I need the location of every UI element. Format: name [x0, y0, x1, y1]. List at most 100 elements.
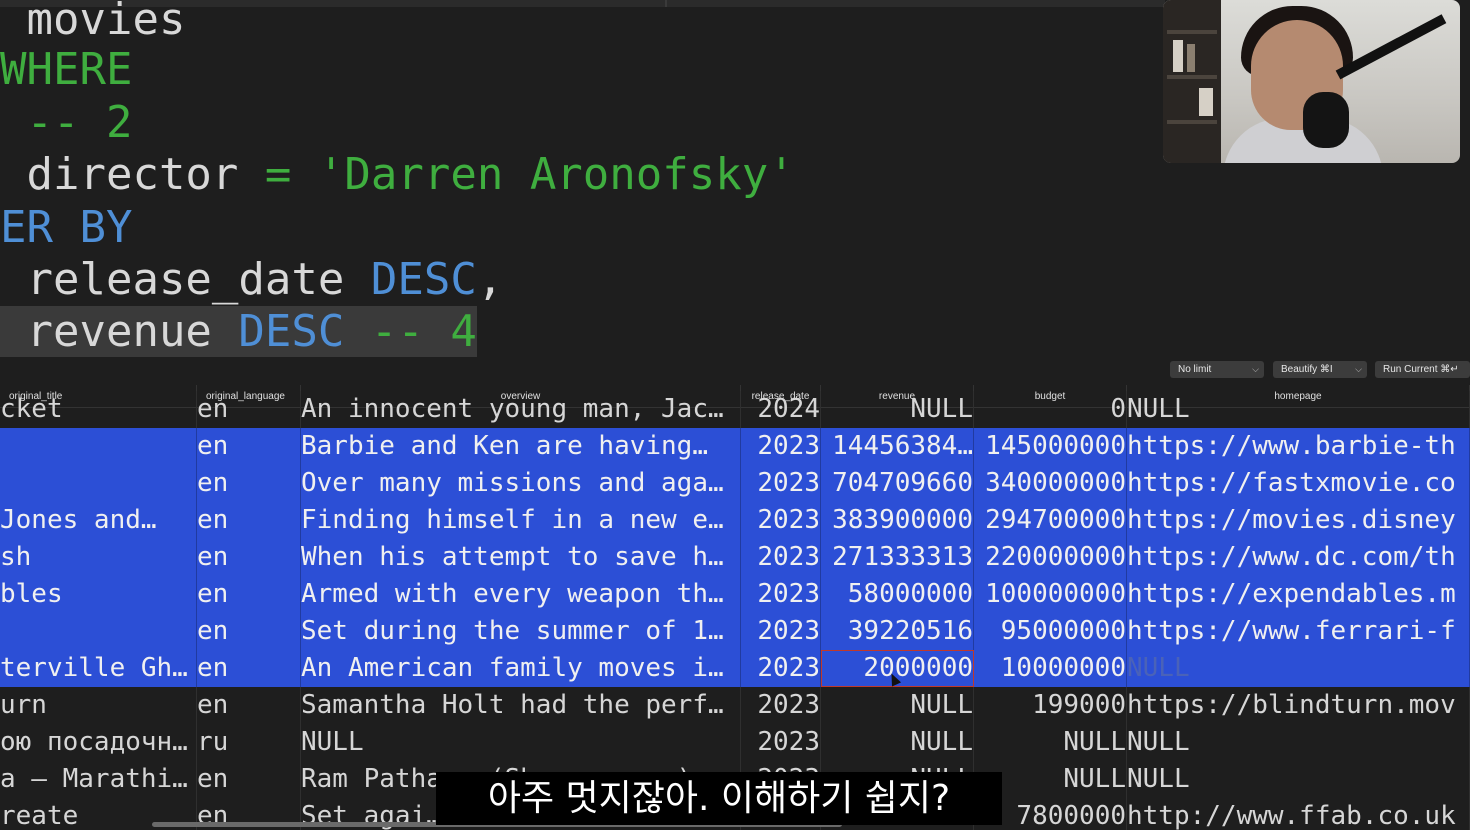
- code-token: =: [264, 149, 292, 200]
- table-row[interactable]: Jones and… en Finding himself in a new e… 2…: [0, 502, 1470, 539]
- table-cell-original-title[interactable]: Jones and…: [0, 502, 197, 539]
- limit-select-label: No limit: [1178, 364, 1212, 375]
- table-cell-release-date[interactable]: 2023: [741, 724, 821, 761]
- table-cell-release-date[interactable]: 2023: [741, 687, 821, 724]
- code-line[interactable]: director = 'Darren Aronofsky': [0, 149, 794, 201]
- table-cell-overview[interactable]: NULL: [301, 724, 741, 761]
- table-cell-budget[interactable]: 10000000: [974, 650, 1127, 687]
- table-cell-original-title[interactable]: cket: [0, 391, 197, 428]
- table-cell-original-language[interactable]: en: [197, 502, 301, 539]
- table-cell-homepage[interactable]: NULL: [1127, 761, 1470, 798]
- table-cell-original-title[interactable]: a – Marathi…: [0, 761, 197, 798]
- table-cell-homepage[interactable]: https://www.dc.com/th: [1127, 539, 1470, 576]
- code-line[interactable]: ER BY: [0, 202, 132, 254]
- table-cell-revenue[interactable]: NULL: [821, 724, 974, 761]
- table-cell-original-title[interactable]: [0, 428, 197, 465]
- table-cell-budget[interactable]: 100000000: [974, 576, 1127, 613]
- table-cell-homepage[interactable]: https://expendables.m: [1127, 576, 1470, 613]
- table-row[interactable]: cket en An innocent young man, Jac… 2024 NUL…: [0, 391, 1470, 428]
- table-row[interactable]: urn en Samantha Holt had the perf… 2023 NULL…: [0, 687, 1470, 724]
- table-cell-original-language[interactable]: en: [197, 576, 301, 613]
- code-line[interactable]: revenue DESC -- 4: [0, 306, 477, 358]
- table-cell-original-title[interactable]: ою посадочн…: [0, 724, 197, 761]
- table-cell-original-language[interactable]: en: [197, 465, 301, 502]
- table-cell-overview[interactable]: Finding himself in a new e…: [301, 502, 741, 539]
- code-line[interactable]: movies: [0, 0, 185, 46]
- table-cell-original-title[interactable]: [0, 613, 197, 650]
- table-cell-original-language[interactable]: en: [197, 391, 301, 428]
- table-cell-release-date[interactable]: 2023: [741, 502, 821, 539]
- table-row[interactable]: en Over many missions and aga… 2023 7047096…: [0, 465, 1470, 502]
- table-cell-budget[interactable]: NULL: [974, 724, 1127, 761]
- table-cell-budget[interactable]: 0: [974, 391, 1127, 428]
- table-cell-budget[interactable]: 340000000: [974, 465, 1127, 502]
- code-line[interactable]: release_date DESC,: [0, 254, 503, 306]
- table-cell-overview[interactable]: Set during the summer of 1…: [301, 613, 741, 650]
- table-cell-homepage[interactable]: https://www.barbie-th: [1127, 428, 1470, 465]
- table-cell-revenue[interactable]: 704709660: [821, 465, 974, 502]
- table-cell-original-title[interactable]: urn: [0, 687, 197, 724]
- table-cell-homepage[interactable]: https://fastxmovie.co: [1127, 465, 1470, 502]
- table-row[interactable]: terville Gh… en An American family moves i…: [0, 650, 1470, 687]
- table-cell-overview[interactable]: When his attempt to save h…: [301, 539, 741, 576]
- table-cell-homepage[interactable]: NULL: [1127, 724, 1470, 761]
- table-cell-release-date[interactable]: 2023: [741, 576, 821, 613]
- table-row[interactable]: sh en When his attempt to save h… 2023 27133…: [0, 539, 1470, 576]
- table-cell-revenue[interactable]: 58000000: [821, 576, 974, 613]
- table-cell-original-language[interactable]: en: [197, 539, 301, 576]
- table-cell-budget[interactable]: 145000000: [974, 428, 1127, 465]
- table-cell-release-date[interactable]: 2023: [741, 428, 821, 465]
- table-row[interactable]: en Barbie and Ken are having… 2023 14456384…: [0, 428, 1470, 465]
- code-line[interactable]: WHERE: [0, 44, 132, 96]
- table-cell-original-language[interactable]: en: [197, 650, 301, 687]
- table-cell-release-date[interactable]: 2023: [741, 465, 821, 502]
- table-cell-original-language[interactable]: en: [197, 613, 301, 650]
- table-cell-overview[interactable]: An innocent young man, Jac…: [301, 391, 741, 428]
- table-cell-overview[interactable]: Barbie and Ken are having…: [301, 428, 741, 465]
- table-cell-original-language[interactable]: ru: [197, 724, 301, 761]
- table-cell-budget[interactable]: 220000000: [974, 539, 1127, 576]
- table-cell-original-title[interactable]: [0, 465, 197, 502]
- table-cell-revenue[interactable]: 383900000: [821, 502, 974, 539]
- table-cell-homepage[interactable]: https://www.ferrari-f: [1127, 613, 1470, 650]
- table-cell-homepage[interactable]: http://www.ffab.co.uk: [1127, 798, 1470, 830]
- table-cell-release-date[interactable]: 2023: [741, 650, 821, 687]
- table-cell-budget[interactable]: 199000: [974, 687, 1127, 724]
- table-cell-original-language[interactable]: en: [197, 687, 301, 724]
- table-cell-overview[interactable]: Over many missions and aga…: [301, 465, 741, 502]
- code-line[interactable]: -- 2: [0, 97, 132, 149]
- chevron-down-icon: ⌵: [1355, 364, 1362, 374]
- table-cell-release-date[interactable]: 2023: [741, 539, 821, 576]
- table-cell-homepage[interactable]: NULL: [1127, 391, 1470, 428]
- table-cell-revenue[interactable]: NULL: [821, 391, 974, 428]
- table-cell-overview[interactable]: Armed with every weapon th…: [301, 576, 741, 613]
- beautify-button[interactable]: Beautify ⌘I ⌵: [1273, 361, 1367, 378]
- table-cell-homepage[interactable]: NULL: [1127, 650, 1470, 687]
- table-cell-release-date[interactable]: 2023: [741, 613, 821, 650]
- table-cell-original-title[interactable]: terville Gh…: [0, 650, 197, 687]
- run-current-button[interactable]: Run Current ⌘↵: [1375, 361, 1470, 378]
- table-row[interactable]: bles en Armed with every weapon th… 2023 580…: [0, 576, 1470, 613]
- results-grid[interactable]: original_title original_language overview r…: [0, 385, 1470, 830]
- table-cell-revenue[interactable]: 39220516: [821, 613, 974, 650]
- code-token: director: [0, 149, 265, 200]
- table-cell-original-language[interactable]: en: [197, 761, 301, 798]
- table-cell-homepage[interactable]: https://movies.disney: [1127, 502, 1470, 539]
- table-cell-revenue[interactable]: 14456384…: [821, 428, 974, 465]
- table-row[interactable]: ою посадочн… ru NULL 2023 NULL NULL NULL: [0, 724, 1470, 761]
- table-cell-budget[interactable]: 294700000: [974, 502, 1127, 539]
- table-cell-original-language[interactable]: en: [197, 428, 301, 465]
- limit-select[interactable]: No limit ⌵: [1170, 361, 1264, 378]
- table-cell-budget[interactable]: 95000000: [974, 613, 1127, 650]
- table-row[interactable]: en Set during the summer of 1… 2023 3922051…: [0, 613, 1470, 650]
- table-cell-homepage[interactable]: https://blindturn.mov: [1127, 687, 1470, 724]
- table-cell-overview[interactable]: An American family moves i…: [301, 650, 741, 687]
- table-cell-release-date[interactable]: 2024: [741, 391, 821, 428]
- table-cell-overview[interactable]: Samantha Holt had the perf…: [301, 687, 741, 724]
- table-cell-revenue[interactable]: NULL: [821, 687, 974, 724]
- table-cell-original-title[interactable]: bles: [0, 576, 197, 613]
- table-cell-revenue[interactable]: 271333313: [821, 539, 974, 576]
- table-cell-original-title[interactable]: sh: [0, 539, 197, 576]
- mic-arm: [1335, 14, 1447, 80]
- webcam-overlay: [1163, 0, 1460, 163]
